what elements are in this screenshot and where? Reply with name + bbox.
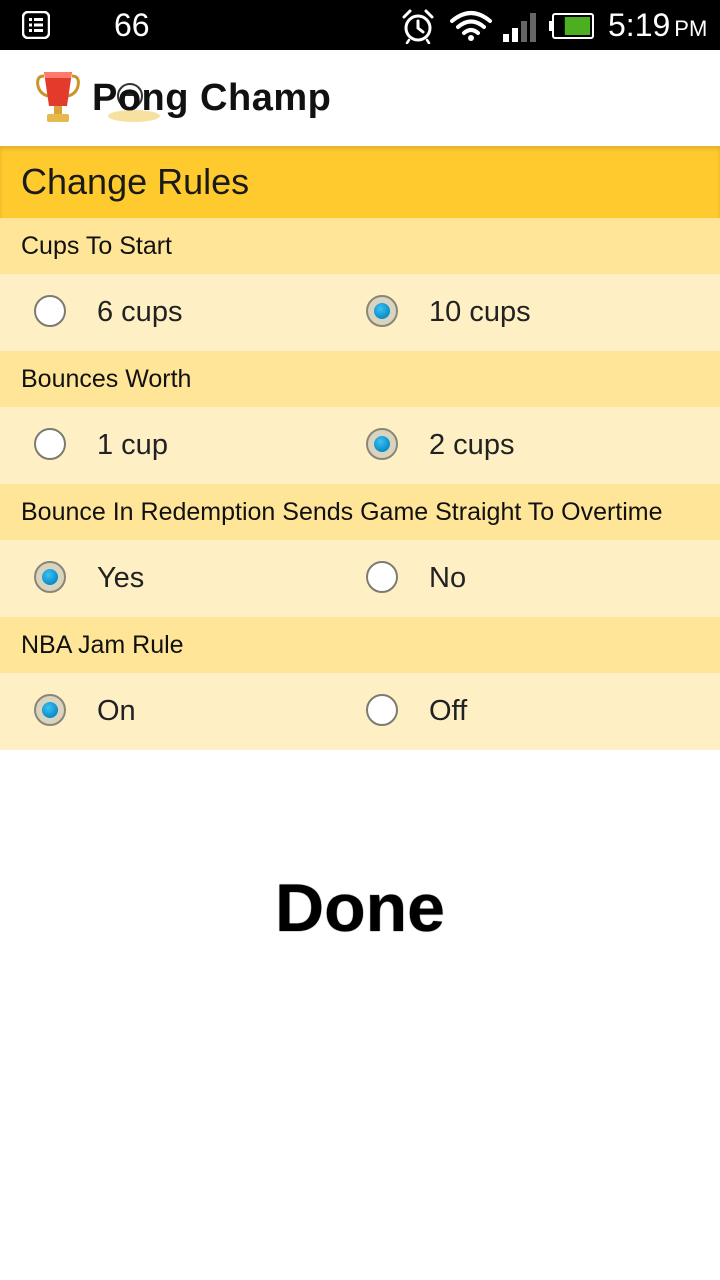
page-header: Change Rules — [0, 146, 720, 218]
option-6-cups[interactable]: 6 cups — [0, 274, 340, 351]
page-title: Change Rules — [21, 161, 250, 202]
option-off[interactable]: Off — [340, 673, 720, 750]
app-title: Pong Champ — [92, 77, 332, 119]
radio-button[interactable] — [34, 561, 66, 593]
radio-button[interactable] — [34, 694, 66, 726]
radio-button[interactable] — [34, 428, 66, 460]
alarm-icon — [402, 9, 434, 44]
option-10-cups[interactable]: 10 cups — [340, 274, 720, 351]
menu-icon[interactable] — [22, 11, 50, 39]
options-row-bounce-in-redemption: Yes No — [0, 540, 720, 617]
trophy-cup-icon — [36, 72, 80, 122]
wifi-icon — [450, 11, 492, 41]
time-text: 5:19 — [608, 7, 671, 43]
section-title-label: Bounce In Redemption Sends Game Straight… — [21, 498, 663, 526]
notification-count: 66 — [114, 7, 150, 43]
section-title-nba-jam-rule: NBA Jam Rule — [0, 617, 720, 673]
app-title-container: Pong Champ — [92, 74, 331, 124]
option-no[interactable]: No — [340, 540, 720, 617]
option-label: 6 cups — [97, 296, 183, 328]
section-title-bounces-worth: Bounces Worth — [0, 351, 720, 407]
clock: 5:19 PM — [608, 6, 707, 48]
option-label: Off — [429, 695, 468, 727]
option-label: On — [97, 695, 136, 727]
section-title-bounce-in-redemption: Bounce In Redemption Sends Game Straight… — [0, 484, 720, 540]
radio-button[interactable] — [366, 561, 398, 593]
option-label: 10 cups — [429, 296, 531, 328]
radio-button[interactable] — [34, 295, 66, 327]
options-row-cups-to-start: 6 cups 10 cups — [0, 274, 720, 351]
option-label: Yes — [97, 562, 145, 594]
done-button[interactable]: Done — [0, 860, 720, 956]
options-row-bounces-worth: 1 cup 2 cups — [0, 407, 720, 484]
option-label: No — [429, 562, 467, 594]
option-label: 1 cup — [97, 429, 168, 461]
ampm-text: PM — [674, 16, 708, 41]
option-label: 2 cups — [429, 429, 515, 461]
radio-button[interactable] — [366, 295, 398, 327]
app-bar: Pong Champ — [0, 50, 720, 146]
radio-button[interactable] — [366, 694, 398, 726]
option-on[interactable]: On — [0, 673, 340, 750]
radio-button[interactable] — [366, 428, 398, 460]
status-bar: 66 5:19 PM — [0, 0, 720, 50]
section-title-label: NBA Jam Rule — [21, 631, 184, 659]
option-2-cups[interactable]: 2 cups — [340, 407, 720, 484]
battery-icon — [549, 13, 594, 39]
section-title-label: Cups To Start — [21, 232, 173, 260]
section-title-cups-to-start: Cups To Start — [0, 218, 720, 274]
signal-icon — [503, 13, 536, 42]
options-row-nba-jam-rule: On Off — [0, 673, 720, 750]
option-yes[interactable]: Yes — [0, 540, 340, 617]
option-1-cup[interactable]: 1 cup — [0, 407, 340, 484]
section-title-label: Bounces Worth — [21, 365, 192, 393]
